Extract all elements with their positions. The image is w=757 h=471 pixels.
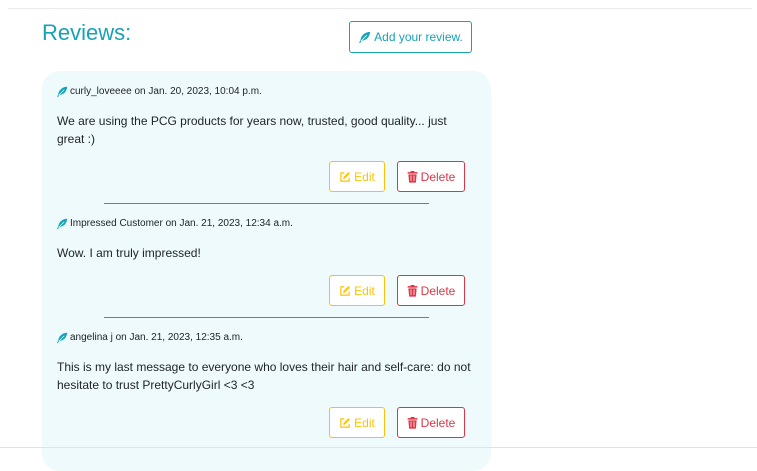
delete-label: Delete [420, 169, 456, 184]
delete-button[interactable]: Delete [397, 275, 465, 306]
review-text: This is my last message to everyone who … [57, 360, 471, 392]
review-author: angelina j [70, 332, 113, 343]
delete-label: Delete [420, 415, 456, 430]
edit-label: Edit [354, 169, 375, 184]
review-divider [104, 203, 429, 204]
edit-button[interactable]: Edit [329, 407, 385, 438]
page-title: Reviews: [42, 20, 132, 45]
trash-icon [407, 284, 418, 297]
feather-icon [56, 332, 68, 344]
add-review-label: Add your review. [374, 30, 463, 44]
review-meta: angelina j on Jan. 21, 2023, 12:35 a.m. [56, 331, 243, 345]
review-meta: curly_loveeee on Jan. 20, 2023, 10:04 p.… [56, 85, 262, 99]
review-date: on Jan. 20, 2023, 10:04 p.m. [131, 86, 262, 97]
review-text: We are using the PCG products for years … [57, 114, 447, 146]
review-date: on Jan. 21, 2023, 12:34 a.m. [162, 218, 293, 229]
bottom-divider [0, 447, 757, 448]
feather-icon [358, 31, 371, 44]
delete-button[interactable]: Delete [397, 407, 465, 438]
edit-label: Edit [354, 283, 375, 298]
top-divider [8, 8, 752, 9]
edit-icon [339, 285, 351, 297]
review-meta: Impressed Customer on Jan. 21, 2023, 12:… [56, 217, 293, 231]
feather-icon [56, 86, 68, 98]
review-text: Wow. I am truly impressed! [57, 246, 201, 260]
delete-label: Delete [420, 283, 456, 298]
add-review-button[interactable]: Add your review. [349, 21, 472, 53]
trash-icon [407, 170, 418, 183]
edit-button[interactable]: Edit [329, 275, 385, 306]
delete-button[interactable]: Delete [397, 161, 465, 192]
edit-label: Edit [354, 415, 375, 430]
review-author: Impressed Customer [70, 218, 163, 229]
edit-button[interactable]: Edit [329, 161, 385, 192]
edit-icon [339, 171, 351, 183]
review-author: curly_loveeee [70, 86, 132, 97]
review-divider [104, 317, 429, 318]
feather-icon [56, 218, 68, 230]
trash-icon [407, 416, 418, 429]
edit-icon [339, 417, 351, 429]
reviews-card: curly_loveeee on Jan. 20, 2023, 10:04 p.… [42, 71, 491, 471]
review-date: on Jan. 21, 2023, 12:35 a.m. [112, 332, 243, 343]
